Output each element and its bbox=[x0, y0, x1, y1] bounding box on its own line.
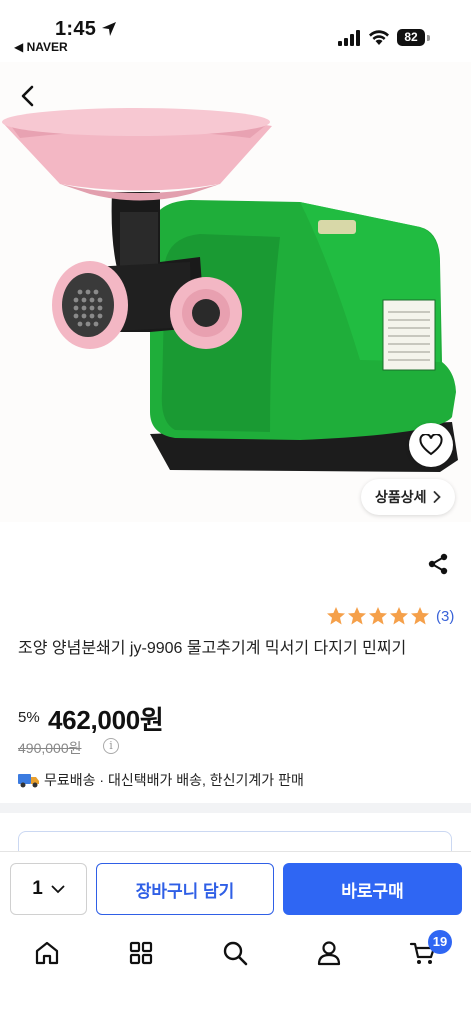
product-detail-button[interactable]: 상품상세 bbox=[361, 479, 455, 515]
tab-my-page[interactable] bbox=[312, 936, 346, 970]
battery-level: 82 bbox=[397, 29, 425, 46]
purchase-bar: 1 장바구니 담기 바로구매 bbox=[0, 851, 471, 926]
product-image[interactable]: 상품상세 bbox=[0, 62, 471, 522]
review-count[interactable]: (3) bbox=[436, 608, 454, 625]
original-price: 490,000원 bbox=[18, 740, 82, 756]
chevron-down-icon bbox=[51, 885, 65, 893]
quantity-select[interactable]: 1 bbox=[10, 863, 87, 915]
tab-search[interactable] bbox=[218, 936, 252, 970]
add-to-cart-button[interactable]: 장바구니 담기 bbox=[96, 863, 274, 915]
heart-icon bbox=[419, 434, 443, 456]
sale-price: 462,000원 bbox=[48, 705, 164, 735]
grid-icon bbox=[129, 941, 153, 965]
star-icon bbox=[390, 607, 408, 625]
search-icon bbox=[223, 941, 248, 966]
meat-grinder-illustration bbox=[0, 62, 471, 522]
tab-category[interactable] bbox=[124, 936, 158, 970]
product-title: 조양 양념분쇄기 jy-9906 물고추기계 믹서기 다지기 민찌기 bbox=[18, 640, 407, 657]
shipping-text: 무료배송 · 대신택배가 배송, 한신기계가 판매 bbox=[44, 772, 304, 788]
location-arrow-icon bbox=[102, 22, 116, 36]
star-icon bbox=[411, 607, 429, 625]
shipping-info: 무료배송 · 대신택배가 배송, 한신기계가 판매 bbox=[18, 770, 304, 790]
tab-home[interactable] bbox=[30, 936, 64, 970]
home-icon bbox=[35, 941, 59, 965]
star-icon bbox=[327, 607, 345, 625]
status-bar: 1:45 ◀ NAVER 82 bbox=[0, 0, 471, 62]
info-icon[interactable]: i bbox=[103, 738, 119, 754]
cart-count-badge: 19 bbox=[428, 930, 452, 954]
bottom-tab-bar bbox=[0, 926, 471, 1024]
discount-rate: 5% bbox=[18, 709, 40, 726]
like-button[interactable] bbox=[409, 423, 453, 467]
truck-icon bbox=[18, 774, 39, 788]
chevron-right-icon bbox=[433, 491, 441, 503]
share-icon[interactable] bbox=[426, 552, 450, 576]
back-arrow-icon[interactable] bbox=[14, 82, 42, 110]
back-to-app-link[interactable]: ◀ NAVER bbox=[14, 40, 68, 54]
buy-now-button[interactable]: 바로구매 bbox=[283, 863, 462, 915]
cellular-signal-icon bbox=[338, 30, 360, 46]
quantity-value: 1 bbox=[32, 878, 43, 899]
battery-tip bbox=[427, 35, 430, 41]
user-icon bbox=[317, 941, 341, 966]
status-time: 1:45 bbox=[55, 18, 97, 40]
star-icon bbox=[348, 607, 366, 625]
wifi-icon bbox=[369, 30, 389, 45]
star-icon bbox=[369, 607, 387, 625]
product-rating[interactable]: (3) bbox=[326, 606, 454, 626]
battery-indicator: 82 bbox=[397, 29, 431, 46]
product-detail-label: 상품상세 bbox=[375, 489, 427, 505]
section-divider bbox=[0, 803, 471, 813]
